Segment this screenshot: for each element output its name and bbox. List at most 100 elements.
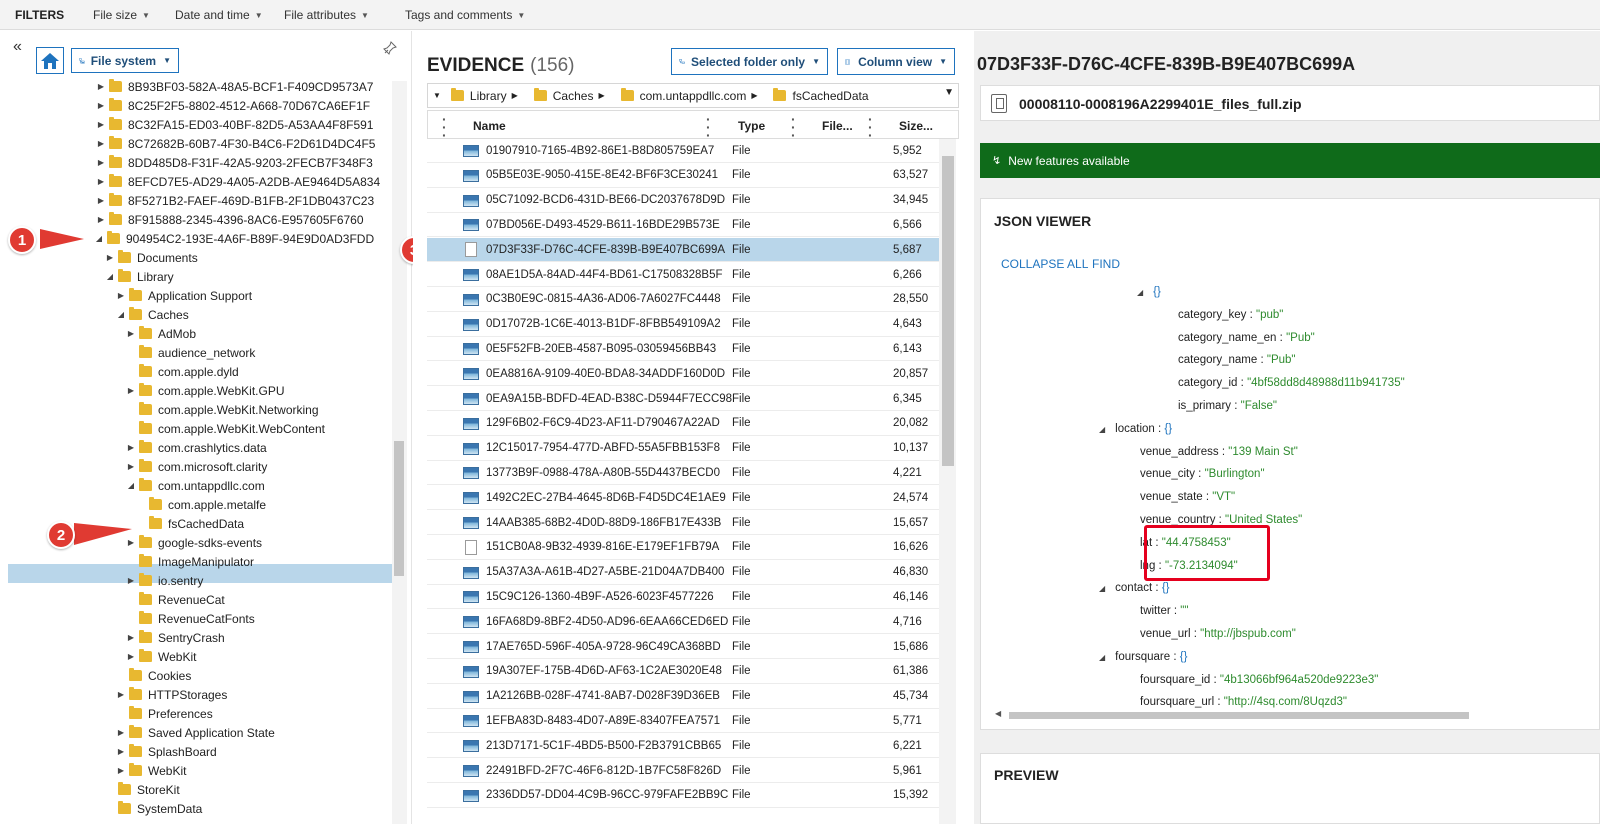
column-header-size[interactable]: Size...: [899, 119, 933, 133]
tree-item[interactable]: ▶ Application Support: [116, 286, 252, 305]
json-line[interactable]: ◢ contact : {}: [1099, 582, 1170, 594]
tree-item[interactable]: ▶ WebKit: [126, 647, 196, 666]
expand-arrow-icon[interactable]: ▶: [126, 329, 136, 338]
json-horizontal-scrollbar-thumb[interactable]: [1009, 712, 1469, 719]
json-line[interactable]: ◢ {}: [1137, 286, 1161, 298]
table-row[interactable]: 14AAB385-68B2-4D0D-88D9-186FB17E433B File…: [427, 511, 939, 535]
table-row[interactable]: 13773B9F-0988-478A-A80B-55D4437BECD0 File…: [427, 461, 939, 486]
tree-item[interactable]: ▶ 8C72682B-60B7-4F30-B4C6-F2D61D4DC4F5: [96, 134, 375, 153]
expand-arrow-icon[interactable]: ▶: [96, 82, 106, 91]
expand-arrow-icon[interactable]: ▶: [116, 747, 126, 756]
table-row[interactable]: 0D17072B-1C6E-4013-B1DF-8FBB549109A2 File…: [427, 313, 939, 337]
tree-item[interactable]: ◢ com.untappdllc.com: [126, 476, 265, 495]
find-link[interactable]: FIND: [1092, 257, 1120, 271]
filter-date-time[interactable]: Date and time ▼: [175, 8, 263, 22]
tree-item[interactable]: Preferences: [116, 704, 213, 723]
tree-item[interactable]: ▶ com.apple.WebKit.GPU: [126, 381, 285, 400]
tree-item[interactable]: RevenueCatFonts: [126, 609, 255, 628]
tree-item[interactable]: ▶ 8F5271B2-FAEF-469D-B1FB-2F1DB0437C23: [96, 191, 374, 210]
table-row[interactable]: 07D3F33F-D76C-4CFE-839B-B9E407BC699A File…: [427, 238, 939, 263]
filter-file-size[interactable]: File size ▼: [93, 8, 150, 22]
grid-scrollbar-thumb[interactable]: [942, 156, 954, 466]
table-row[interactable]: 19A307EF-175B-4D6D-AF63-1C2AE3020E48 File…: [427, 660, 939, 684]
collapse-node-icon[interactable]: ◢: [1099, 653, 1105, 662]
expand-arrow-icon[interactable]: ▶: [116, 291, 126, 300]
grid-options-icon[interactable]: · · ·: [442, 112, 447, 142]
expand-arrow-icon[interactable]: ▶: [126, 652, 136, 661]
tree-scrollbar-thumb[interactable]: [394, 441, 404, 576]
tree-item[interactable]: ▶ Documents: [105, 248, 198, 267]
expand-arrow-icon[interactable]: ▶: [126, 633, 136, 642]
expand-arrow-icon[interactable]: ▶: [96, 158, 106, 167]
filter-file-attributes[interactable]: File attributes ▼: [284, 8, 369, 22]
table-row[interactable]: 0C3B0E9C-0815-4A36-AD06-7A6027FC4448 File…: [427, 288, 939, 312]
expand-arrow-icon[interactable]: ▶: [116, 766, 126, 775]
tree-item[interactable]: com.apple.WebKit.WebContent: [126, 419, 325, 438]
file-system-dropdown[interactable]: File system ▼: [71, 48, 179, 73]
column-header-type[interactable]: Type: [738, 119, 765, 133]
tree-item[interactable]: ▶ SplashBoard: [116, 742, 217, 761]
expand-breadcrumb-icon[interactable]: ▼: [433, 91, 441, 100]
tree-item[interactable]: ▶ 8B93BF03-582A-48A5-BCF1-F409CD9573A7: [96, 77, 373, 96]
table-row[interactable]: 15C9C126-1360-4B9F-A526-6023F4577226 File…: [427, 585, 939, 610]
tree-item[interactable]: StoreKit: [105, 780, 180, 799]
collapse-node-icon[interactable]: ◢: [1137, 288, 1143, 297]
table-row[interactable]: 0E5F52FB-20EB-4587-B095-03059456BB43 File…: [427, 337, 939, 362]
table-row[interactable]: 08AE1D5A-84AD-44F4-BD61-C17508328B5F File…: [427, 263, 939, 287]
collapse-arrow-icon[interactable]: ◢: [105, 272, 115, 281]
selected-folder-only-dropdown[interactable]: Selected folder only ▼: [671, 48, 828, 75]
tree-item[interactable]: ◢ Library: [105, 267, 174, 286]
tree-item[interactable]: com.apple.metalfe: [136, 495, 266, 514]
column-menu-icon[interactable]: · · ·: [868, 112, 873, 142]
collapse-node-icon[interactable]: ◢: [1099, 584, 1105, 593]
table-row[interactable]: 16FA68D9-8BF2-4D50-AD96-6EAA66CED6ED File…: [427, 610, 939, 635]
breadcrumb-item-untappd[interactable]: com.untappdllc.com ▶: [618, 88, 765, 103]
tree-item[interactable]: com.apple.dyld: [126, 362, 239, 381]
column-view-dropdown[interactable]: Column view ▼: [837, 48, 955, 75]
expand-arrow-icon[interactable]: ▶: [96, 139, 106, 148]
table-row[interactable]: 0EA8816A-9109-40E0-BDA8-34ADDF160D0D File…: [427, 362, 939, 387]
tree-item[interactable]: ImageManipulator: [126, 552, 254, 571]
tree-item[interactable]: Cookies: [116, 666, 191, 685]
column-header-file[interactable]: File...: [822, 119, 853, 133]
tree-item[interactable]: audience_network: [126, 343, 255, 362]
table-row[interactable]: 01907910-7165-4B92-86E1-B8D805759EA7 File…: [427, 139, 939, 163]
expand-arrow-icon[interactable]: ▶: [96, 120, 106, 129]
table-row[interactable]: 22491BFD-2F7C-46F6-812D-1B7FC58F826D File…: [427, 759, 939, 783]
json-line[interactable]: ◢ location : {}: [1099, 423, 1172, 435]
breadcrumb-item-caches[interactable]: Caches ▶: [531, 88, 612, 103]
tree-item[interactable]: ▶ 8DD485D8-F31F-42A5-9203-2FECB7F348F3: [96, 153, 373, 172]
tree-item[interactable]: com.apple.WebKit.Networking: [126, 400, 319, 419]
table-row[interactable]: 0EA9A15B-BDFD-4EAD-B38C-D5944F7ECC98 File…: [427, 387, 939, 411]
tree-item[interactable]: ▶ WebKit: [116, 761, 186, 780]
column-menu-icon[interactable]: · · ·: [706, 112, 711, 142]
tree-item[interactable]: ▶ HTTPStorages: [116, 685, 227, 704]
tree-item[interactable]: ◢ 904954C2-193E-4A6F-B89F-94E9D0AD3FDD: [94, 229, 374, 248]
expand-arrow-icon[interactable]: ▶: [96, 196, 106, 205]
collapse-node-icon[interactable]: ◢: [1099, 425, 1105, 434]
expand-arrow-icon[interactable]: ▶: [96, 101, 106, 110]
expand-arrow-icon[interactable]: ▶: [126, 443, 136, 452]
table-row[interactable]: 1A2126BB-028F-4741-8AB7-D028F39D36EB File…: [427, 685, 939, 709]
tree-item[interactable]: ▶ AdMob: [126, 324, 196, 343]
tree-item[interactable]: RevenueCat: [126, 590, 225, 609]
pin-icon[interactable]: [383, 41, 397, 55]
tree-item[interactable]: fsCachedData: [136, 514, 244, 533]
collapse-arrow-icon[interactable]: ◢: [126, 481, 136, 490]
table-row[interactable]: 213D7171-5C1F-4BD5-B500-F2B3791CBB65 File…: [427, 734, 939, 759]
expand-arrow-icon[interactable]: ▶: [105, 253, 115, 262]
collapse-all-link[interactable]: COLLAPSE ALL: [1001, 257, 1088, 271]
table-row[interactable]: 12C15017-7954-477D-ABFD-55A5FBB153F8 File…: [427, 437, 939, 461]
table-row[interactable]: 05C71092-BCD6-431D-BE66-DC2037678D9D File…: [427, 189, 939, 213]
table-row[interactable]: 07BD056E-D493-4529-B611-16BDE29B573E File…: [427, 213, 939, 238]
table-row[interactable]: 2336DD57-DD04-4C9B-96CC-979FAFE2BB9C File…: [427, 784, 939, 808]
tree-item[interactable]: SystemData: [105, 799, 202, 818]
expand-arrow-icon[interactable]: ▶: [116, 728, 126, 737]
collapse-arrow-icon[interactable]: ◢: [94, 234, 104, 243]
expand-arrow-icon[interactable]: ▶: [126, 462, 136, 471]
home-button[interactable]: [36, 47, 64, 74]
column-header-name[interactable]: Name: [473, 119, 506, 133]
breadcrumb-menu-icon[interactable]: ▼: [944, 87, 954, 98]
table-row[interactable]: 05B5E03E-9050-415E-8E42-BF6F3CE30241 File…: [427, 164, 939, 188]
table-row[interactable]: 15A37A3A-A61B-4D27-A5BE-21D04A7DB400 File…: [427, 561, 939, 585]
